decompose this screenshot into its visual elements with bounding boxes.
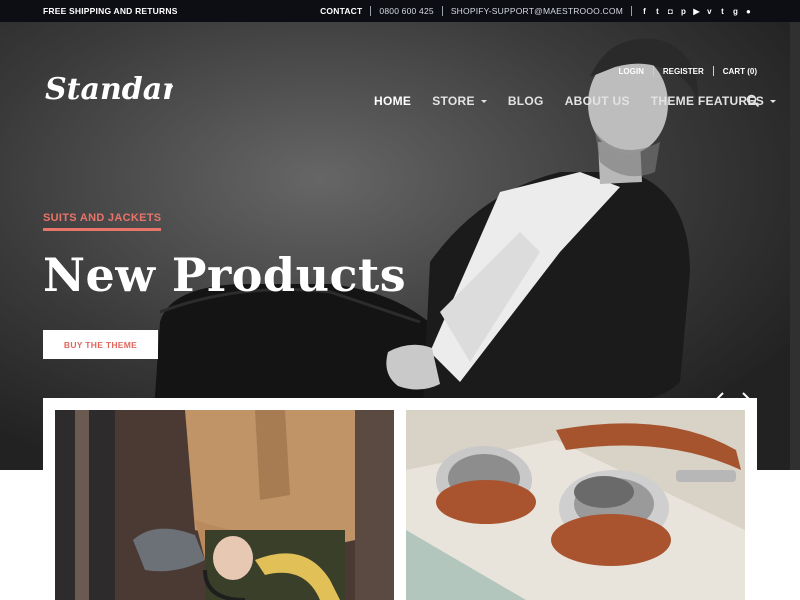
googleplus-icon[interactable]: g [731,7,740,16]
vimeo-icon[interactable]: v [705,7,714,16]
nav-home-label: HOME [374,94,412,108]
standard-logo[interactable]: Standard. [43,67,173,107]
product-image-coat-umbrella[interactable] [55,410,394,600]
chevron-down-icon [480,99,487,103]
nav-blog[interactable]: BLOG [508,94,544,108]
facebook-icon[interactable]: f [640,7,649,16]
chevron-down-icon [770,99,777,103]
instagram-icon[interactable]: ◘ [666,7,675,16]
phone-number[interactable]: 0800 600 425 [371,6,441,16]
cart-link[interactable]: CART (0) [714,67,757,76]
nav-store[interactable]: STORE [432,94,487,108]
tumblr-icon[interactable]: t [718,7,727,16]
top-bar: FREE SHIPPING AND RETURNS CONTACT 0800 6… [0,0,800,22]
buy-theme-button[interactable]: BUY THE THEME [43,330,158,359]
youtube-icon[interactable]: ▶ [692,7,701,16]
svg-text:Standard.: Standard. [45,72,173,107]
nav-about-us[interactable]: ABOUT US [565,94,630,108]
nav-blog-label: BLOG [507,94,544,108]
search-icon[interactable] [746,94,760,108]
product-image-headphones[interactable] [406,410,745,600]
nav-about-label: ABOUT US [564,94,630,108]
account-links: LOGIN REGISTER CART (0) [610,66,757,76]
nav-home[interactable]: HOME [374,94,411,108]
main-nav: HOME STORE BLOG ABOUT US THEME FEATURES [374,94,797,108]
register-link[interactable]: REGISTER [654,67,713,76]
snapchat-icon[interactable]: ● [744,7,753,16]
hero-eyebrow[interactable]: SUITS AND JACKETS [43,212,162,231]
twitter-icon[interactable]: t [653,7,662,16]
nav-store-label: STORE [432,94,475,108]
pinterest-icon[interactable]: p [679,7,688,16]
social-links: f t ◘ p ▶ v t g ● [632,7,753,16]
login-link[interactable]: LOGIN [610,67,653,76]
top-bar-right: CONTACT 0800 600 425 SHOPIFY-SUPPORT@MAE… [312,6,753,16]
support-email[interactable]: SHOPIFY-SUPPORT@MAESTROOO.COM [443,6,631,16]
shipping-promo: FREE SHIPPING AND RETURNS [43,6,178,16]
hero-headline: New Products [43,248,407,302]
featured-products [43,398,757,600]
contact-link[interactable]: CONTACT [312,6,370,16]
